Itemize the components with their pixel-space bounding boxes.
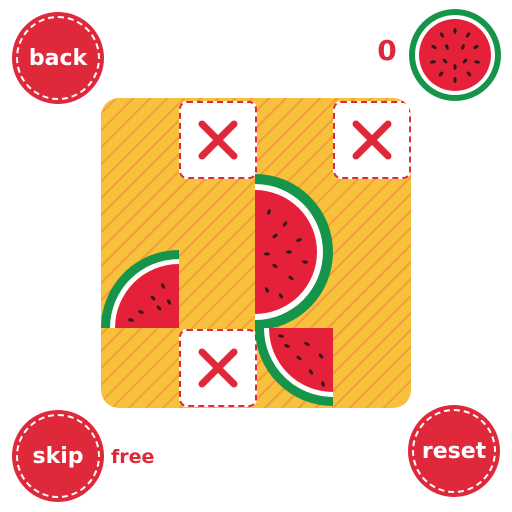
free-label: free: [111, 446, 155, 468]
reset-button[interactable]: reset: [408, 405, 500, 497]
blocked-tile[interactable]: [179, 101, 257, 179]
x-icon: [198, 348, 238, 388]
watermelon-slice-tile[interactable]: [255, 174, 333, 330]
x-icon: [352, 120, 392, 160]
puzzle-board: [101, 98, 411, 408]
blocked-tile[interactable]: [333, 101, 411, 179]
reset-button-label: reset: [421, 438, 487, 464]
score-counter: 0: [377, 34, 397, 67]
watermelon-slice-tile[interactable]: [101, 250, 179, 328]
skip-button[interactable]: skip: [12, 410, 104, 502]
x-icon: [198, 120, 238, 160]
watermelon-slice-tile[interactable]: [255, 328, 333, 406]
back-button[interactable]: back: [12, 12, 104, 104]
watermelon-icon: [409, 9, 501, 101]
blocked-tile[interactable]: [179, 329, 257, 407]
skip-button-label: skip: [32, 443, 84, 469]
back-button-label: back: [28, 45, 88, 71]
